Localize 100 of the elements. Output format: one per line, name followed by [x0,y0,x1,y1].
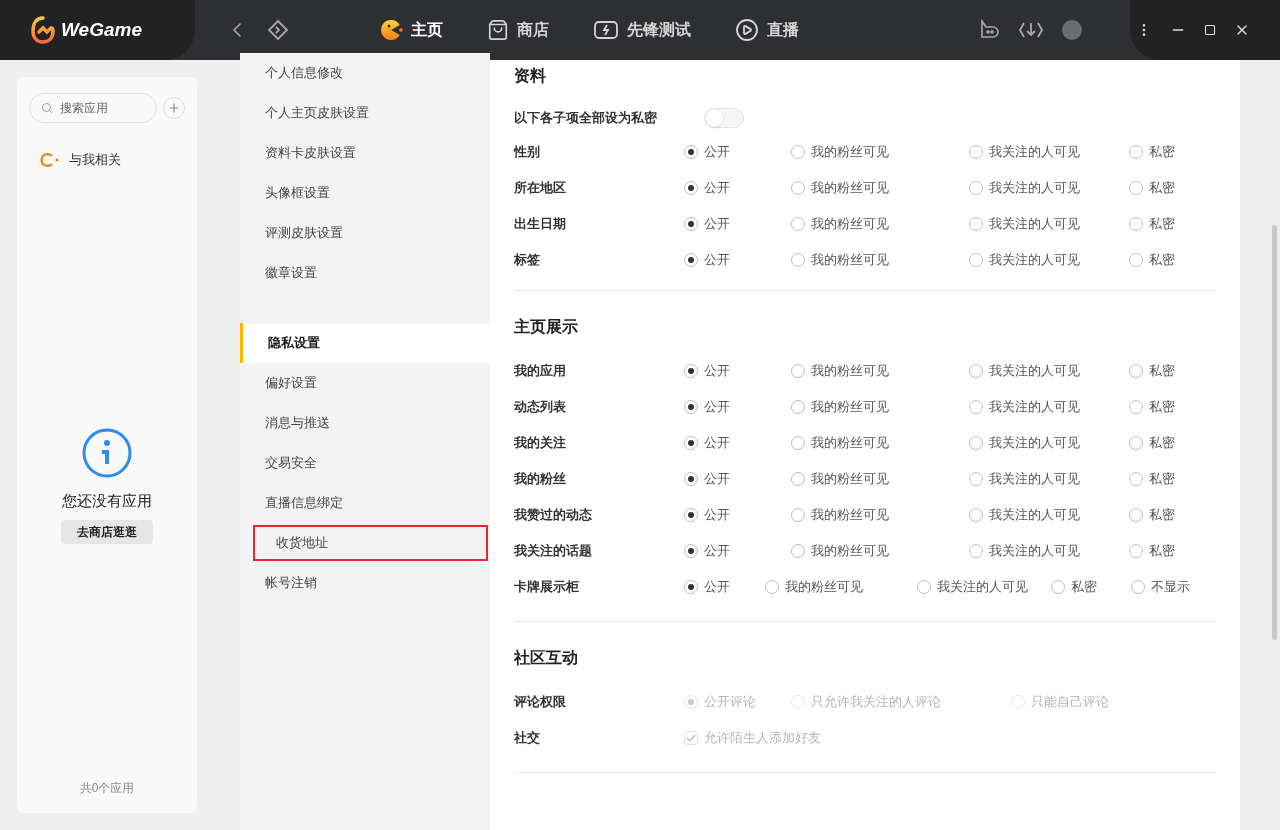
option-label: 公开 [704,506,730,525]
nav-tab[interactable]: 先锋测试 [593,18,691,42]
option-label: 我关注的人可见 [989,470,1080,489]
option-label: 我关注的人可见 [937,578,1028,597]
pacman-icon [39,151,61,168]
option-label: 私密 [1149,470,1175,489]
option-label: 我的粉丝可见 [811,434,889,453]
setting-label: 以下各子项全部设为私密 [514,109,658,128]
option-label: 允许陌生人添加好友 [704,729,821,748]
option-label: 我的粉丝可见 [811,506,889,525]
option-label: 私密 [1149,506,1175,525]
option-label: 我关注的人可见 [989,398,1080,417]
option-label: 私密 [1149,179,1175,198]
option-label: 公开 [704,179,730,198]
bot-icon[interactable] [978,19,1000,41]
play-icon [735,18,759,42]
option-label: 我关注的人可见 [989,143,1080,162]
diamond-nav-button[interactable] [267,19,289,41]
info-icon [82,427,132,478]
menu-item[interactable]: 偏好设置 [240,363,490,403]
option-label: 公开 [704,143,730,162]
option-label: 公开 [704,434,730,453]
option-label: 公开 [704,251,730,270]
setting-label: 所在地区 [514,179,567,198]
option-label: 我关注的人可见 [989,251,1080,270]
option-label: 我关注的人可见 [989,434,1080,453]
menu-item[interactable]: 个人主页皮肤设置 [240,93,490,133]
section-title: 资料 [514,66,547,86]
option-label: 不显示 [1151,578,1190,597]
option-label: 只允许我关注的人评论 [811,693,941,712]
nav-tab[interactable]: 主页 [379,18,443,42]
option-label: 我关注的人可见 [989,215,1080,234]
gamepad-icon [593,19,619,41]
option-label: 我的粉丝可见 [785,578,863,597]
menu-item[interactable]: 交易安全 [240,443,490,483]
option-label: 私密 [1149,251,1175,270]
option-label: 我的粉丝可见 [811,398,889,417]
setting-label: 我关注的话题 [514,542,593,561]
app-name: WeGame [61,17,142,42]
download-icon[interactable] [1018,20,1044,40]
search-icon [41,102,53,114]
option-label: 我的粉丝可见 [811,542,889,561]
menu-item[interactable]: 帐号注销 [240,563,490,603]
option-label: 私密 [1149,542,1175,561]
setting-label: 我赞过的动态 [514,506,593,525]
option-label: 我的粉丝可见 [811,215,889,234]
option-label: 私密 [1149,398,1175,417]
logo-icon [31,16,55,44]
app-count: 共0个应用 [79,780,135,797]
section-title: 社区互动 [514,648,579,668]
setting-label: 我的应用 [514,362,567,381]
option-label: 公开 [704,398,730,417]
setting-label: 标签 [514,251,541,270]
diamond-arrow-icon [267,19,289,41]
menu-item[interactable]: 资料卡皮肤设置 [240,133,490,173]
option-label: 私密 [1149,362,1175,381]
option-label: 我关注的人可见 [989,179,1080,198]
setting-label: 我的粉丝 [514,470,567,489]
nav-tab[interactable]: 直播 [735,18,799,42]
library-item[interactable]: 与我相关 [29,150,185,170]
plus-icon [167,101,181,115]
avatar[interactable] [1062,20,1082,40]
menu-item[interactable]: 徽章设置 [240,253,490,293]
pacman-icon [379,18,403,42]
section-title: 主页展示 [514,317,579,337]
empty-message: 您还没有应用 [62,490,152,511]
option-label: 公开 [704,470,730,489]
option-label: 我关注的人可见 [989,506,1080,525]
option-label: 公开 [704,215,730,234]
menu-item[interactable]: 消息与推送 [240,403,490,443]
nav-tab[interactable]: 商店 [487,18,549,42]
option-label: 公开 [704,578,730,597]
search-field[interactable]: 搜索应用 [29,93,157,123]
option-label: 私密 [1149,143,1175,162]
option-label: 私密 [1149,215,1175,234]
menu-item[interactable]: 头像框设置 [240,173,490,213]
option-label: 我的粉丝可见 [811,470,889,489]
option-label: 公开 [704,362,730,381]
check-icon [686,733,696,743]
menu-item[interactable]: 评测皮肤设置 [240,213,490,253]
setting-label: 我的关注 [514,434,567,453]
menu-item[interactable]: 隐私设置 [240,323,490,363]
menu-item[interactable]: 个人信息修改 [240,53,490,93]
option-label: 我关注的人可见 [989,542,1080,561]
maximize-icon[interactable] [1204,24,1216,36]
setting-label: 社交 [514,729,541,748]
shopping-bag-icon [487,19,509,41]
setting-label: 评论权限 [514,693,567,712]
option-label: 只能自己评论 [1031,693,1109,712]
setting-label: 动态列表 [514,398,567,417]
setting-label: 卡牌展示柜 [514,578,580,597]
toggle-switch[interactable] [704,108,744,128]
menu-item[interactable]: 直播信息绑定 [240,483,490,523]
menu-item[interactable]: 收货地址 [251,523,490,563]
option-label: 我的粉丝可见 [811,143,889,162]
store-button[interactable]: 去商店逛逛 [61,520,153,544]
setting-label: 出生日期 [514,215,567,234]
option-label: 公开 [704,542,730,561]
option-label: 我的粉丝可见 [811,179,889,198]
setting-label: 性别 [514,143,541,162]
